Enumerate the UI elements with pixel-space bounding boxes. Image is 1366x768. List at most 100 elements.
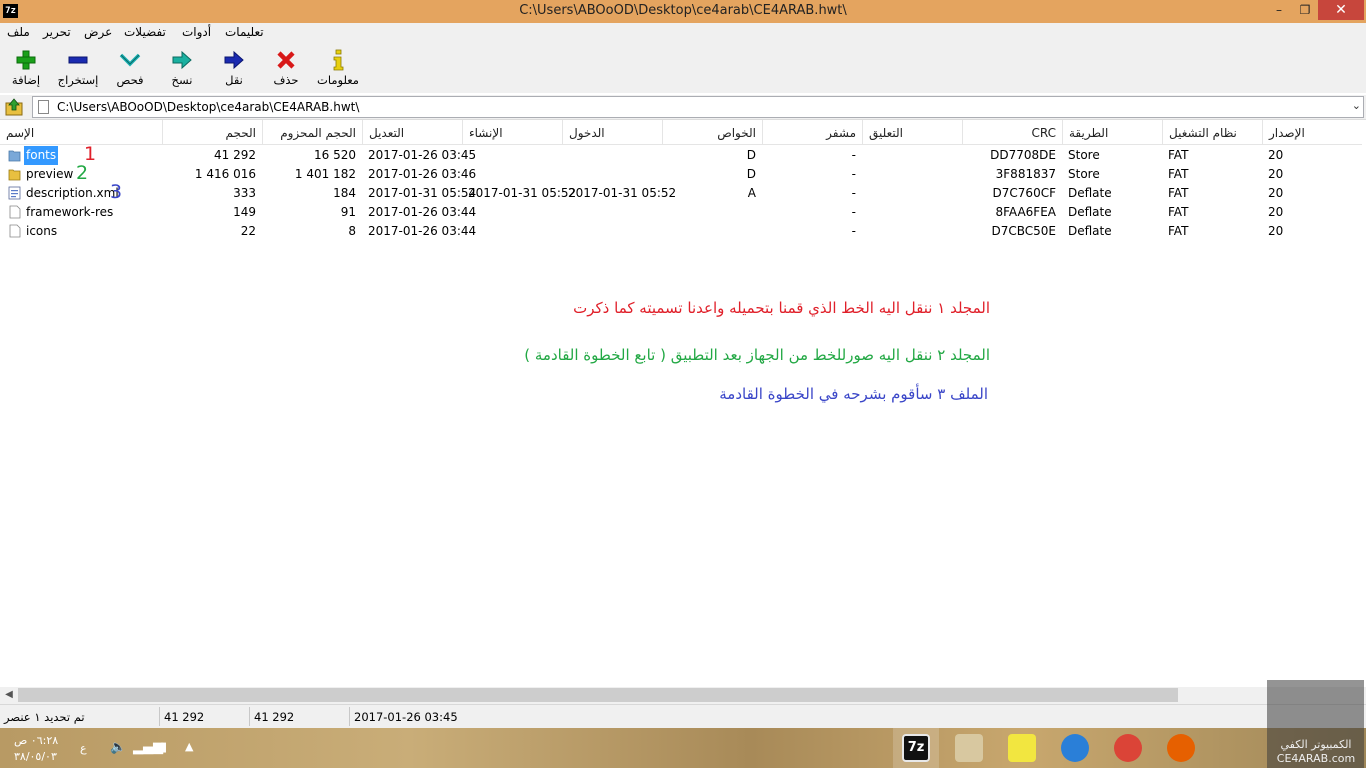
extract-label: إستخراج [57,73,99,87]
close-button[interactable]: ✕ [1318,0,1364,20]
column-header-row: الإسم الحجم الحجم المحزوم التعديل الإنشا… [0,120,1362,145]
col-created[interactable]: الإنشاء [462,120,562,145]
taskbar-app-7z[interactable]: 7z [893,728,939,768]
move-button[interactable]: نقل [208,46,260,92]
taskbar-app-paint[interactable] [946,728,992,768]
delete-button[interactable]: حذف [260,46,312,92]
cell-modified: 2017-01-31 05:54 [368,186,477,200]
info-icon [333,49,344,71]
taskbar: ٠٦:٢٨ ص ٣٨/٠٥/٠٣ ع 🔈 ▂▄▆ ▮ ▲ 7z [0,728,1366,768]
watermark-line-1: الكمبيوتر الكفي [1280,738,1352,751]
cell-modified: 2017-01-26 03:46 [368,167,477,181]
volume-icon[interactable]: 🔈 [110,740,126,755]
address-bar: C:\Users\ABOoOD\Desktop\ce4arab\CE4ARAB.… [0,95,1366,119]
file-name[interactable]: icons [24,222,59,241]
cell-size: 41 292 [214,148,256,162]
cell-accessed [568,165,662,184]
watermark-line-2: CE4ARAB.com [1276,752,1356,765]
move-label: نقل [225,73,243,87]
copy-button[interactable]: نسخ [156,46,208,92]
menu-file[interactable]: ملف [7,25,30,39]
scroll-left-icon[interactable]: ◀ [2,688,16,702]
col-accessed[interactable]: الدخول [562,120,662,145]
language-indicator[interactable]: ع [80,742,87,755]
col-crc[interactable]: CRC [962,120,1062,145]
clock-date[interactable]: ٣٨/٠٥/٠٣ [14,750,57,763]
cell-os: FAT [1168,167,1189,181]
col-packed[interactable]: الحجم المحزوم [262,120,362,145]
table-row[interactable]: preview 2 1 416 016 1 401 182 2017-01-26 03:… [0,162,1362,184]
taskbar-app-shareit[interactable] [1052,728,1098,768]
maximize-button[interactable]: ❐ [1292,0,1318,20]
col-name[interactable]: الإسم [0,120,162,145]
cell-version: 20 [1268,205,1284,219]
chevron-down-icon[interactable]: ⌄ [1352,99,1361,112]
copy-arrow-icon [172,50,192,70]
col-encrypted[interactable]: مشفر [762,120,862,145]
cell-enc: - [851,167,856,181]
test-button[interactable]: فحص [104,46,156,92]
cell-accessed [568,146,662,165]
file-name[interactable]: description.xml [24,184,121,203]
clock-time[interactable]: ٠٦:٢٨ ص [14,734,58,747]
cell-accessed: 2017-01-31 05:52 [568,186,677,200]
cell-accessed [568,203,662,222]
network-icon[interactable]: ▂▄▆ [133,740,163,755]
file-name[interactable]: fonts [24,146,59,165]
address-path: C:\Users\ABOoOD\Desktop\ce4arab\CE4ARAB.… [57,100,360,114]
paint-icon [955,734,983,762]
folder-up-icon[interactable] [4,97,24,117]
cell-method: Store [1068,167,1100,181]
battery-icon[interactable]: ▮ [160,740,167,755]
col-comment[interactable]: التعليق [862,120,962,145]
tray-expand-icon[interactable]: ▲ [185,740,193,753]
col-method[interactable]: الطريقة [1062,120,1162,145]
minimize-button[interactable]: – [1266,0,1292,20]
table-row[interactable]: fonts 1 41 292 16 520 2017-01-26 03:45 D - DD77… [0,143,1362,165]
cell-attr: D [746,167,756,181]
address-field[interactable]: C:\Users\ABOoOD\Desktop\ce4arab\CE4ARAB.… [32,96,1364,118]
col-size[interactable]: الحجم [162,120,262,145]
menu-help[interactable]: تعليمات [225,25,264,39]
menu-tools[interactable]: أدوات [182,25,211,39]
taskbar-app-firefox[interactable] [1158,728,1204,768]
cell-os: FAT [1168,205,1189,219]
add-button[interactable]: إضافة [0,46,52,92]
cell-comment [868,222,962,241]
table-row[interactable]: description.xml 3 333 184 2017-01-31 05:54 20… [0,181,1362,203]
cell-method: Deflate [1068,224,1112,238]
status-bar: تم تحديد ١ عنصر 41 292 41 292 2017-01-26… [0,704,1366,728]
taskbar-app-media[interactable] [999,728,1045,768]
cell-enc: - [851,148,856,162]
table-row[interactable]: framework-res 149 91 2017-01-26 03:44 - 8FAA6… [0,203,1362,222]
menu-edit[interactable]: تحرير [43,25,71,39]
cell-enc: - [851,224,856,238]
col-attributes[interactable]: الخواص [662,120,762,145]
cell-version: 20 [1268,224,1284,238]
scrollbar-thumb[interactable] [18,688,1178,702]
status-date: 2017-01-26 03:45 [354,710,458,724]
chrome-icon [1114,734,1142,762]
taskbar-app-chrome[interactable] [1105,728,1151,768]
col-modified[interactable]: التعديل [362,120,462,145]
table-row[interactable]: icons 22 8 2017-01-26 03:44 - D7CBC50E Deflate… [0,222,1362,241]
menu-view[interactable]: عرض [84,25,112,39]
file-name[interactable]: framework-res [24,203,115,222]
col-version[interactable]: الإصدار [1262,120,1362,145]
col-host-os[interactable]: نظام التشغيل [1162,120,1262,145]
cell-size: 1 416 016 [194,167,256,181]
menu-favorites[interactable]: تفضيلات [124,25,166,39]
cell-created: 2017-01-31 05:52 [468,186,577,200]
cell-os: FAT [1168,148,1189,162]
cell-enc: - [851,186,856,200]
cell-size: 149 [233,205,256,219]
plus-icon [16,50,36,70]
info-button[interactable]: معلومات [312,46,364,92]
horizontal-scrollbar[interactable]: ◀ [0,687,1366,704]
file-icon [9,224,21,238]
file-name[interactable]: preview [24,165,75,184]
cell-os: FAT [1168,224,1189,238]
extract-button[interactable]: إستخراج [52,46,104,92]
7zip-icon: 7z [902,734,930,762]
watermark-text: الكمبيوتر الكفي CE4ARAB.com [1268,738,1364,766]
